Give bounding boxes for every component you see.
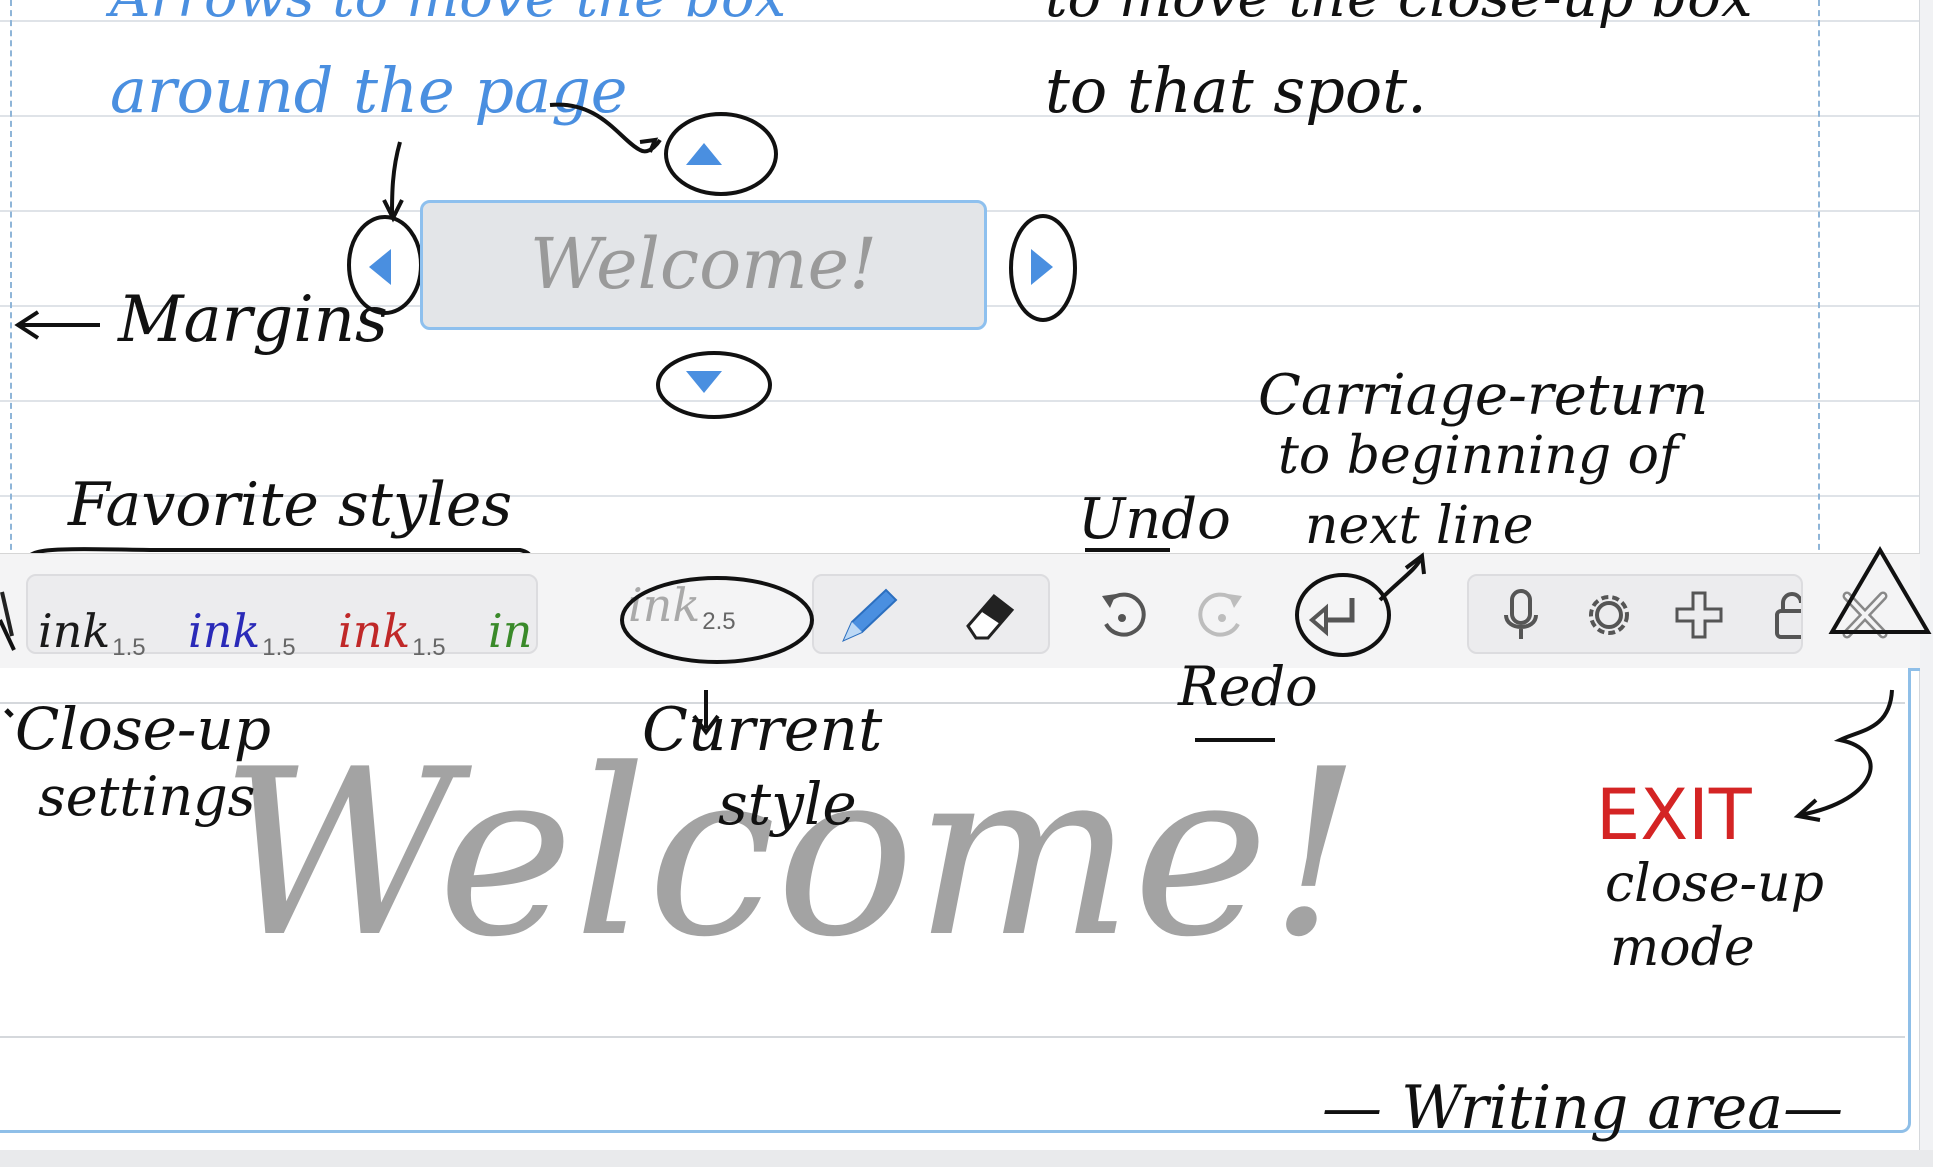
move-box-down-button[interactable] <box>682 360 726 404</box>
annotation-strokes-bottom <box>4 689 1894 822</box>
triangle-up-icon <box>686 143 722 165</box>
closeup-box[interactable]: Welcome! <box>420 200 987 330</box>
annotation-favorite-styles: Favorite styles <box>68 470 513 540</box>
bottom-edge <box>0 1150 1933 1167</box>
move-box-right-button[interactable] <box>1020 245 1064 289</box>
triangle-down-icon <box>686 371 722 393</box>
annotation-writing-area: — Writing area— <box>1322 1073 1844 1143</box>
notebook-page[interactable]: Arrows to move the box around the page t… <box>0 0 1933 1167</box>
annotation-strokes-toolbar <box>0 546 1932 664</box>
closeup-box-text: Welcome! <box>529 223 878 305</box>
annotation-carriage-return-1: Carriage-return <box>1258 363 1709 428</box>
triangle-right-icon <box>1031 249 1053 285</box>
annotation-margins: Margins <box>118 283 388 357</box>
annotation-carriage-return-2: to beginning of <box>1278 426 1679 486</box>
annotation-exit-desc-2: mode <box>1610 918 1755 978</box>
move-box-up-button[interactable] <box>682 132 726 176</box>
